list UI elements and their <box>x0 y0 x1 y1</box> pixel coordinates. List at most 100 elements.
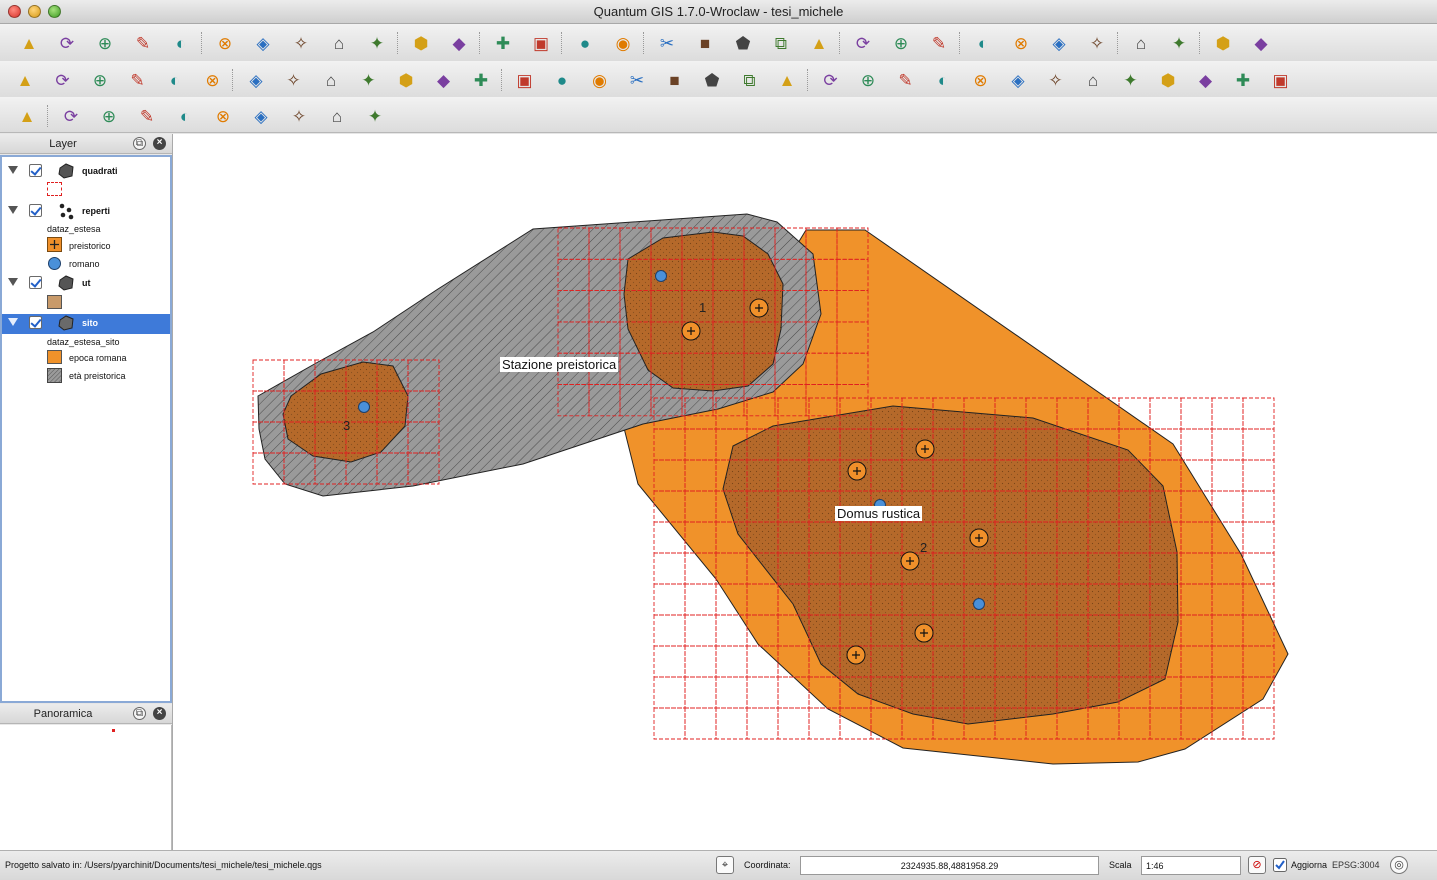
add-part-icon[interactable]: ◐ <box>930 67 956 93</box>
processing-icon[interactable]: ✧ <box>1084 30 1110 56</box>
raster-tool-icon[interactable]: ✦ <box>1166 30 1192 56</box>
copy-icon[interactable]: ⧉ <box>737 67 763 93</box>
expand-arrow-icon[interactable] <box>8 206 18 214</box>
pen-icon[interactable]: ◐ <box>168 30 194 56</box>
save-edits-icon[interactable]: ● <box>549 67 575 93</box>
delete-selected-icon[interactable]: ■ <box>662 67 688 93</box>
bookmark-new-icon[interactable]: ⟳ <box>850 30 876 56</box>
refresh-icon[interactable]: ✦ <box>362 103 388 129</box>
move-feature-icon[interactable]: ◉ <box>587 67 613 93</box>
info-globe-icon[interactable]: ● <box>572 30 598 56</box>
add-layer-icon[interactable]: ▲ <box>16 30 42 56</box>
layer-visibility-checkbox[interactable] <box>29 276 42 289</box>
grass-icon[interactable]: ⬢ <box>1210 30 1236 56</box>
layer-visibility-checkbox[interactable] <box>29 164 42 177</box>
stop-render-icon[interactable]: ⊘ <box>1248 856 1266 874</box>
float-panel-icon[interactable]: ⧉ <box>133 137 146 150</box>
zoom-selection-icon[interactable]: ◐ <box>172 103 198 129</box>
select-icon[interactable]: ✂ <box>654 30 680 56</box>
zoom-in-icon[interactable]: ⟳ <box>58 103 84 129</box>
close-panel-icon[interactable]: × <box>153 137 166 150</box>
people-icon[interactable]: ⌂ <box>326 30 352 56</box>
gps-icon[interactable]: ▣ <box>528 30 554 56</box>
coordinate-field[interactable]: 2324935.88,4881958.29 <box>800 856 1099 875</box>
add-postgis-icon[interactable]: ⌂ <box>318 67 344 93</box>
undo-icon[interactable]: ⟳ <box>818 67 844 93</box>
pan-icon[interactable]: ▲ <box>14 103 40 129</box>
offset-icon[interactable]: ✚ <box>1230 67 1256 93</box>
new-print-composer-icon[interactable]: ◐ <box>162 67 188 93</box>
expand-arrow-icon[interactable] <box>8 166 18 174</box>
expand-arrow-icon[interactable] <box>8 318 18 326</box>
layer-row-sito[interactable]: sito <box>2 314 170 334</box>
buffer-icon[interactable]: ⊗ <box>212 30 238 56</box>
redo-icon[interactable]: ⊕ <box>855 67 881 93</box>
measure-2-icon[interactable]: ◈ <box>1046 30 1072 56</box>
deselect-icon[interactable]: ■ <box>692 30 718 56</box>
crs-globe-icon[interactable]: ◎ <box>1390 856 1408 874</box>
add-wms-icon[interactable]: ⬢ <box>393 67 419 93</box>
simplify-icon[interactable]: ⊗ <box>968 67 994 93</box>
add-spatialite-icon[interactable]: ✦ <box>356 67 382 93</box>
refresh-icon[interactable]: ◆ <box>446 30 472 56</box>
rotate-icon[interactable]: ◆ <box>1193 67 1219 93</box>
zoom-layer-icon[interactable]: ⊗ <box>210 103 236 129</box>
add-raster-icon[interactable]: ✧ <box>281 67 307 93</box>
attribute-table-icon[interactable]: ⬟ <box>730 30 756 56</box>
bookmark-home-icon[interactable]: ⊕ <box>888 30 914 56</box>
layer-row-ut[interactable]: ut <box>2 274 170 292</box>
save-as-icon[interactable]: ✎ <box>125 67 151 93</box>
vector-attr-icon[interactable]: ✎ <box>130 30 156 56</box>
open-project-icon[interactable]: ⟳ <box>50 67 76 93</box>
crs-label[interactable]: EPSG:3004 <box>1332 860 1380 870</box>
remove-layer-icon[interactable]: ✚ <box>468 67 494 93</box>
layer-row-reperti[interactable]: reperti <box>2 202 170 220</box>
help-cursor-icon[interactable]: ◉ <box>610 30 636 56</box>
ruler-figure-icon[interactable]: ◈ <box>250 30 276 56</box>
save-project-icon[interactable]: ⊕ <box>87 67 113 93</box>
reshape-icon[interactable]: ⌂ <box>1080 67 1106 93</box>
scale-field[interactable]: 1:46 <box>1141 856 1241 875</box>
layer-row-quadrati[interactable]: quadrati <box>2 162 170 180</box>
close-panel-icon[interactable]: × <box>153 707 166 720</box>
spellcheck-icon[interactable]: ◐ <box>970 30 996 56</box>
cut-icon[interactable]: ⬟ <box>699 67 725 93</box>
layer-visibility-checkbox[interactable] <box>29 316 42 329</box>
georef-icon[interactable]: ⊗ <box>1008 30 1034 56</box>
measure-icon[interactable]: ⧉ <box>768 30 794 56</box>
float-panel-icon[interactable]: ⧉ <box>133 707 146 720</box>
zoom-out-icon[interactable]: ⊕ <box>96 103 122 129</box>
toggle-editing-icon[interactable]: ▣ <box>512 67 538 93</box>
delete-part-icon[interactable]: ✧ <box>1043 67 1069 93</box>
add-vector-icon[interactable]: ◈ <box>243 67 269 93</box>
print-icon[interactable]: ⊗ <box>200 67 226 93</box>
add-ring-icon[interactable]: ✎ <box>893 67 919 93</box>
zoom-next-icon[interactable]: ⌂ <box>324 103 350 129</box>
new-shapefile-icon[interactable]: ◆ <box>431 67 457 93</box>
globe-icon[interactable]: ⬢ <box>408 30 434 56</box>
overview-map[interactable] <box>0 725 172 850</box>
render-checkbox[interactable] <box>1273 858 1287 872</box>
map-tips-icon[interactable]: ▲ <box>806 30 832 56</box>
split-icon[interactable]: ✦ <box>1118 67 1144 93</box>
merge-icon[interactable]: ⬢ <box>1155 67 1181 93</box>
map-canvas[interactable]: 1 2 3 Stazione preistorica Domus rustica <box>172 134 1437 850</box>
whats-this-icon[interactable]: ▣ <box>1268 67 1294 93</box>
feature-icon[interactable]: ⊕ <box>92 30 118 56</box>
paste-icon[interactable]: ▲ <box>774 67 800 93</box>
zoom-last-icon[interactable]: ✧ <box>286 103 312 129</box>
layer-visibility-checkbox[interactable] <box>29 204 42 217</box>
delete-ring-icon[interactable]: ◈ <box>1005 67 1031 93</box>
db-icon[interactable]: ⟳ <box>54 30 80 56</box>
camera-icon[interactable]: ✚ <box>490 30 516 56</box>
zoom-actual-icon[interactable]: ◈ <box>248 103 274 129</box>
graph-icon[interactable]: ◆ <box>1248 30 1274 56</box>
compass-icon[interactable]: ✦ <box>364 30 390 56</box>
expand-arrow-icon[interactable] <box>8 278 18 286</box>
database-icon[interactable]: ⌂ <box>1128 30 1154 56</box>
zoom-full-icon[interactable]: ✎ <box>134 103 160 129</box>
new-project-icon[interactable]: ▲ <box>12 67 38 93</box>
node-tool-icon[interactable]: ✂ <box>624 67 650 93</box>
gender-icon[interactable]: ✧ <box>288 30 314 56</box>
new-bookmark-icon[interactable]: ✎ <box>926 30 952 56</box>
